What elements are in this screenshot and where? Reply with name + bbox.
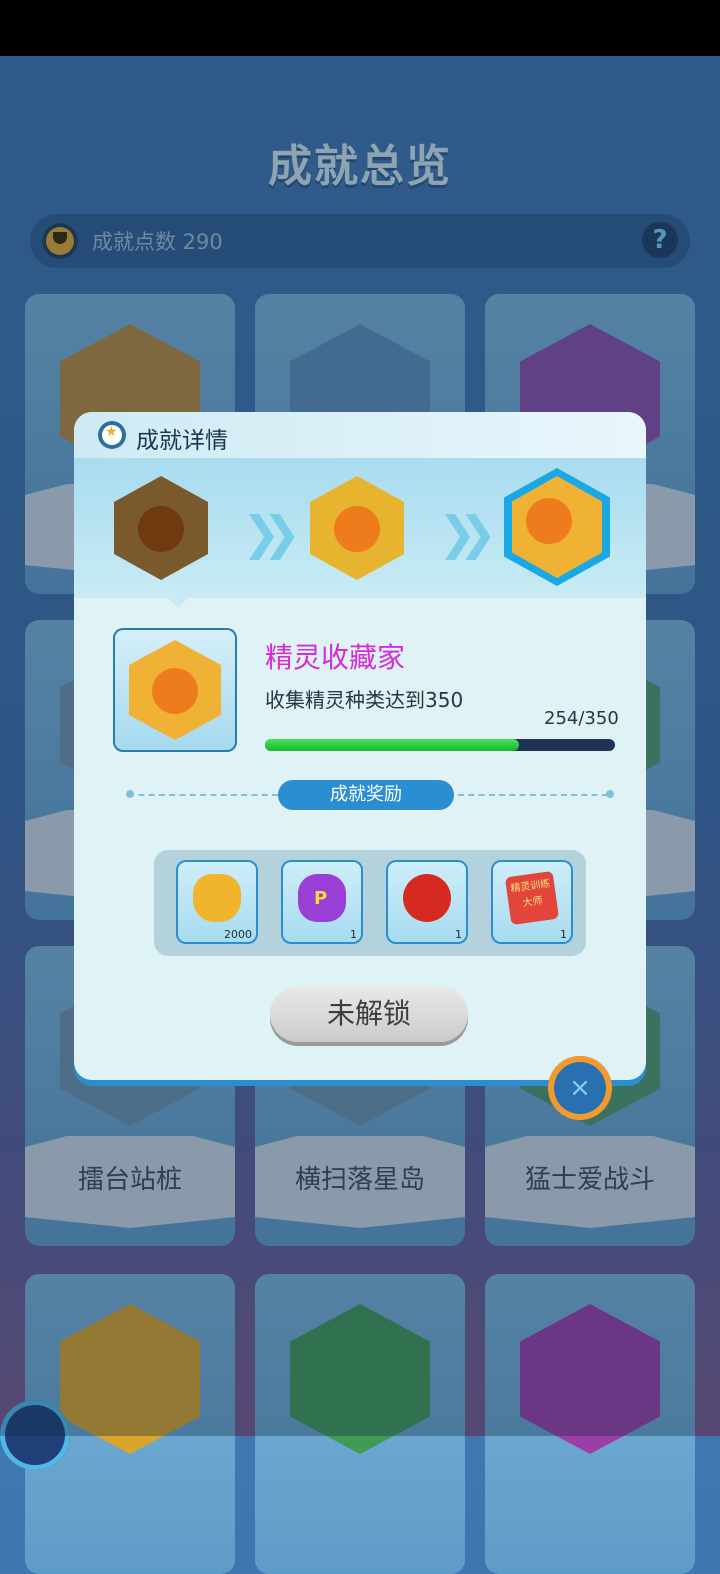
reward-item[interactable]: 1 bbox=[386, 860, 468, 944]
reward-list: 2000 1 1 1 bbox=[154, 850, 586, 956]
divider-dot bbox=[606, 790, 614, 798]
divider-line bbox=[458, 794, 608, 796]
reward-count: 1 bbox=[560, 928, 567, 941]
reward-count: 1 bbox=[455, 928, 462, 941]
close-button[interactable]: × bbox=[548, 1056, 612, 1120]
progress-bar bbox=[265, 739, 615, 751]
reward-item[interactable]: 1 bbox=[281, 860, 363, 944]
achievement-description: 收集精灵种类达到350 bbox=[265, 688, 464, 712]
dialog-header: 成就详情 bbox=[74, 412, 646, 458]
purple-potion-icon bbox=[298, 874, 346, 922]
divider-line bbox=[128, 794, 278, 796]
badge-icon bbox=[98, 421, 126, 449]
sprite-face-icon bbox=[152, 668, 198, 714]
reward-count: 1 bbox=[350, 928, 357, 941]
achievement-name: 精灵收藏家 bbox=[265, 641, 406, 674]
status-bar bbox=[0, 0, 720, 56]
reward-section-title: 成就奖励 bbox=[278, 780, 454, 810]
red-flask-icon bbox=[403, 874, 451, 922]
chevron-right-icon: ❯❯ bbox=[242, 506, 301, 560]
reward-item[interactable]: 2000 bbox=[176, 860, 258, 944]
locked-status-button[interactable]: 未解锁 bbox=[270, 986, 468, 1042]
stage-1-locked-badge-icon[interactable] bbox=[114, 476, 208, 580]
progress-bar-fill bbox=[265, 739, 520, 751]
stage-2-badge-icon[interactable] bbox=[310, 476, 404, 580]
dialog-title: 成就详情 bbox=[136, 428, 228, 454]
stage-3-selected-badge-icon[interactable] bbox=[504, 468, 610, 586]
trainer-card-icon bbox=[504, 870, 560, 926]
cat-coin-icon bbox=[193, 874, 241, 922]
achievement-stages: ❯❯ ❯❯ bbox=[74, 458, 646, 598]
achievement-icon bbox=[113, 628, 237, 752]
selection-pointer-icon bbox=[168, 598, 188, 608]
reward-count: 2000 bbox=[224, 928, 252, 941]
sprite-face-icon bbox=[334, 506, 380, 552]
progress-text: 254/350 bbox=[544, 708, 619, 729]
reward-item[interactable]: 1 bbox=[491, 860, 573, 944]
chevron-right-icon: ❯❯ bbox=[438, 506, 497, 560]
sprite-face-icon bbox=[138, 506, 184, 552]
sprite-face-icon bbox=[526, 498, 572, 544]
achievement-detail-dialog: 成就详情 ❯❯ ❯❯ 精灵收藏家 收集精灵种类达到350 254/350 成就奖… bbox=[74, 412, 646, 1080]
